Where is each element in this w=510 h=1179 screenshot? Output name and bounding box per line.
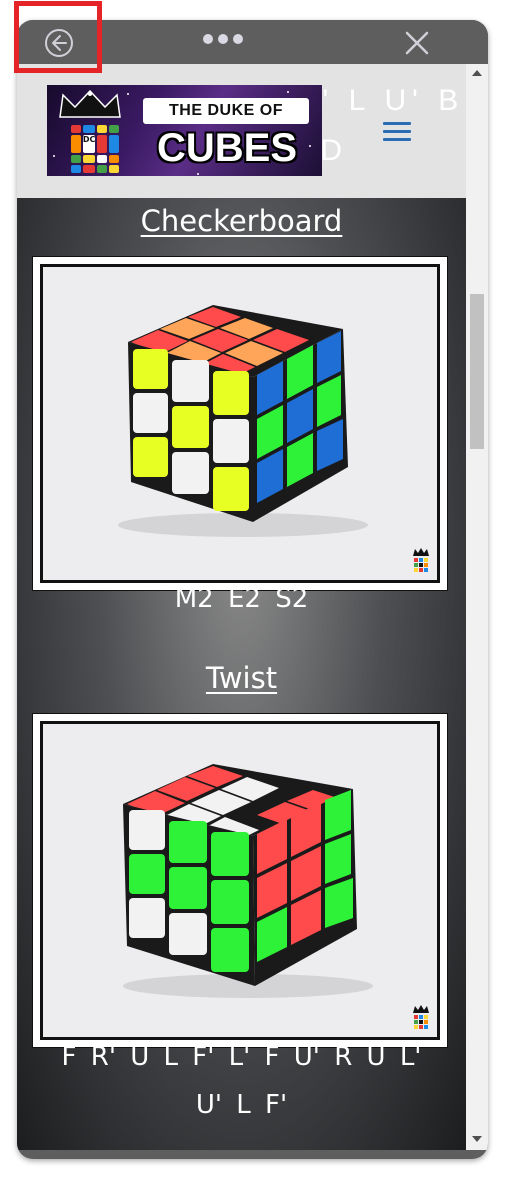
cube-checkerboard-image (118, 305, 368, 537)
watermark-logo-icon (413, 548, 429, 572)
pattern-image-twist (32, 713, 448, 1048)
crown-icon (59, 89, 121, 118)
logo-cube-icon: DC (71, 125, 119, 173)
pattern-image-checkerboard (32, 256, 448, 591)
title-bar (17, 20, 488, 64)
more-dots-icon[interactable] (203, 34, 243, 44)
scroll-down-arrow-icon[interactable] (472, 1136, 482, 1142)
scrollbar-thumb[interactable] (470, 294, 484, 449)
vertical-scrollbar[interactable] (466, 64, 488, 1150)
pattern-title-twist[interactable]: Twist (17, 661, 466, 695)
close-icon[interactable] (403, 29, 431, 57)
watermark-logo-icon (413, 1005, 429, 1029)
pattern-algorithm-twist: F R' U L F' L' F U' R U L' (61, 1042, 422, 1072)
hamburger-menu-icon[interactable] (383, 122, 411, 142)
browser-window: F' R' D' U' L U' B F U2 D DC THE (17, 20, 488, 1159)
site-logo[interactable]: DC THE DUKE OF CUBES (47, 85, 322, 176)
logo-badge: DC (82, 135, 96, 153)
back-arrow-circle-icon[interactable] (44, 28, 74, 58)
pattern-algorithm-checkerboard: M2 E2 S2 (174, 584, 309, 614)
site-header: F' R' D' U' L U' B F U2 D DC THE (17, 64, 466, 198)
pattern-algorithm-twist-continued: U' L F' (195, 1090, 288, 1120)
scroll-up-arrow-icon[interactable] (472, 70, 482, 76)
page-viewport: F' R' D' U' L U' B F U2 D DC THE (17, 64, 466, 1150)
cube-twist-image (123, 764, 373, 998)
pattern-title-checkerboard[interactable]: Checkerboard (17, 204, 466, 238)
logo-text-main: CUBES (156, 126, 298, 170)
logo-text-top: THE DUKE OF (143, 98, 309, 124)
